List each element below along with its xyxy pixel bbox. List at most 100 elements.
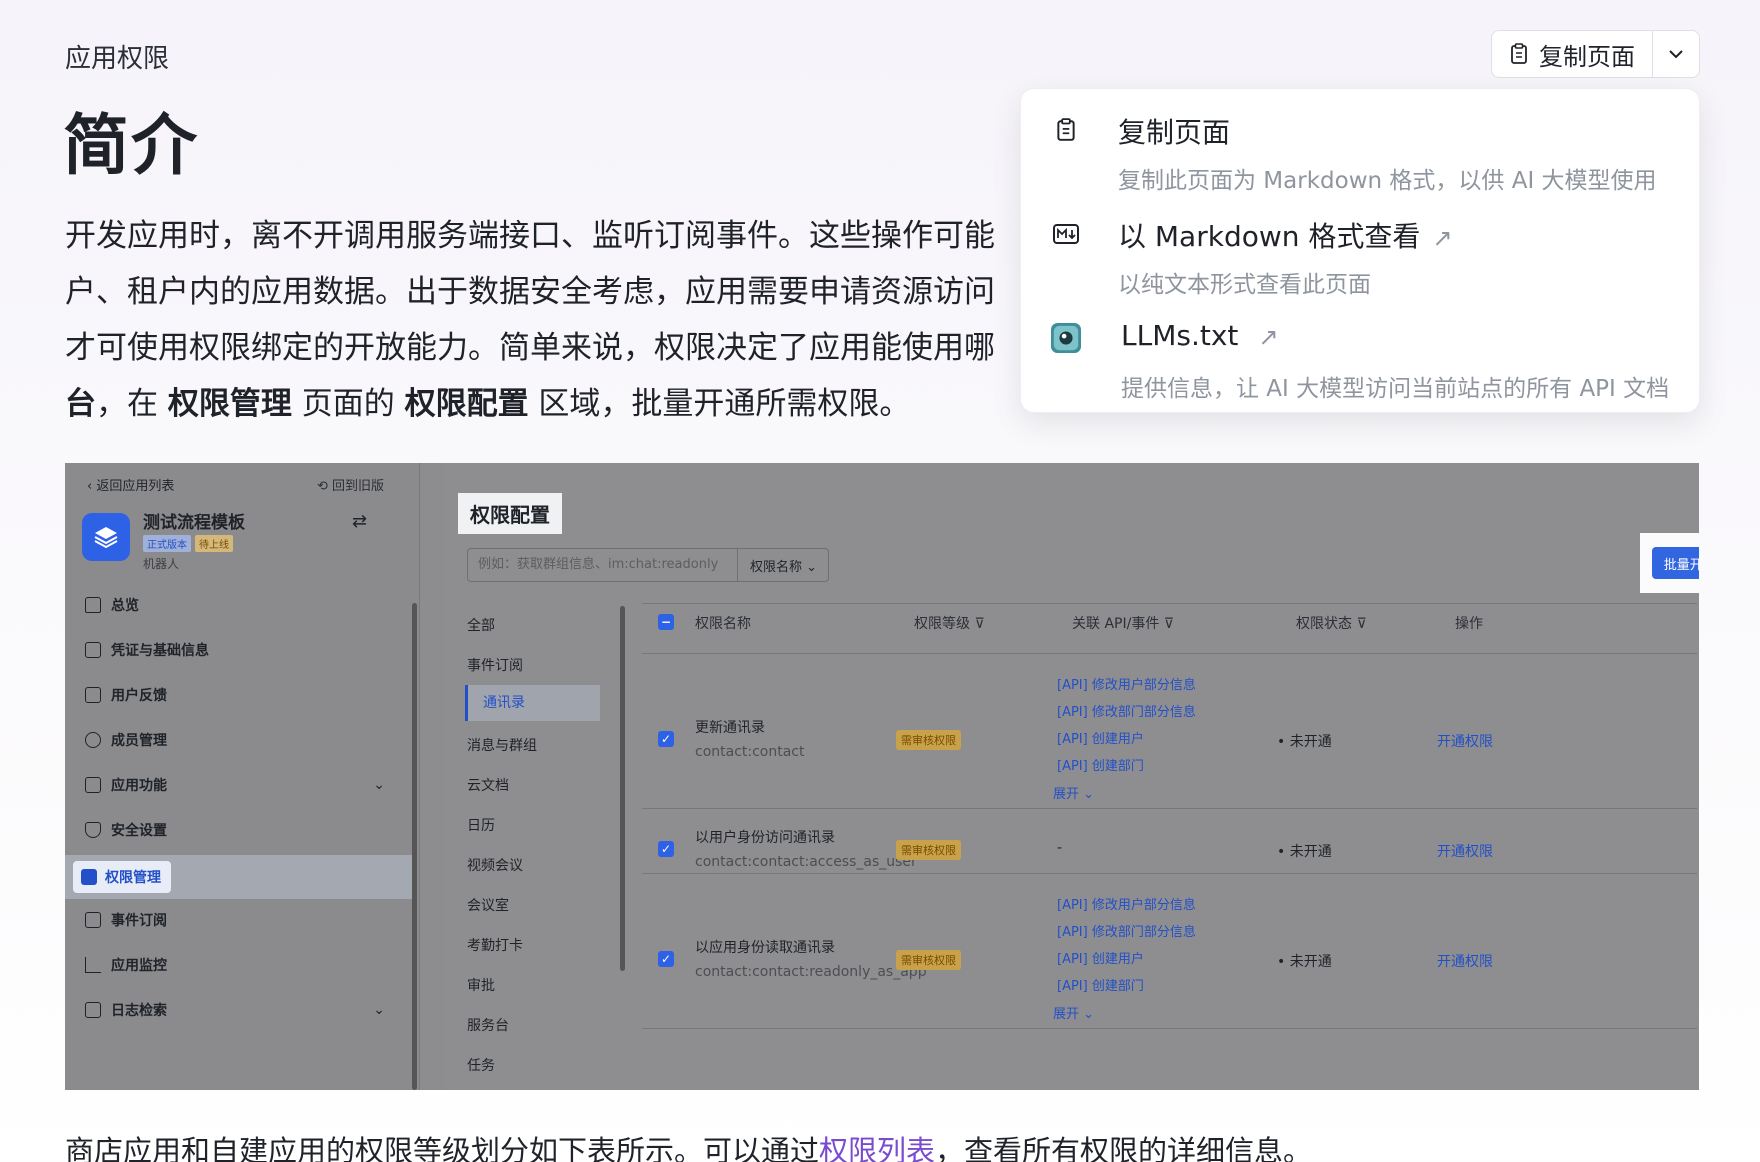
- expand-link: 展开 ⌄: [1053, 1007, 1095, 1022]
- copy-options-toggle[interactable]: [1653, 31, 1699, 77]
- tag-pending: 待上线: [195, 535, 233, 552]
- table-top-border: [642, 603, 1697, 604]
- header-divider: [642, 653, 1697, 654]
- app-tags: 正式版本 待上线: [143, 535, 237, 552]
- app-name: 测试流程模板: [143, 513, 245, 533]
- clipboard-icon: [1051, 115, 1081, 145]
- category-item: 事件订阅: [467, 658, 523, 674]
- row-checkbox: ✓: [658, 731, 674, 747]
- permission-scope: contact:contact: [695, 744, 805, 760]
- header-action: 操作: [1455, 616, 1483, 632]
- row-divider: [642, 873, 1697, 874]
- api-link: [API] 修改用户部分信息: [1057, 898, 1196, 913]
- back-link: ‹ 返回应用列表: [87, 479, 175, 494]
- api-link: [API] 创建部门: [1057, 759, 1144, 774]
- category-item: 审批: [467, 978, 495, 994]
- api-link: [API] 创建用户: [1057, 952, 1144, 967]
- menu-item-desc: 复制此页面为 Markdown 格式，以供 AI 大模型使用: [1118, 168, 1657, 194]
- llms-icon: [1051, 323, 1081, 353]
- row-checkbox: ✓: [658, 841, 674, 857]
- status-text: • 未开通: [1277, 954, 1332, 970]
- external-link-icon: ↗: [1258, 323, 1279, 351]
- breadcrumb[interactable]: 应用权限: [65, 38, 169, 75]
- header-level: 权限等级 ⊽: [914, 616, 985, 632]
- category-item-selected: 通讯录: [465, 685, 600, 721]
- permission-scope: contact:contact:readonly_as_app: [695, 964, 927, 980]
- enable-permission-link: 开通权限: [1437, 844, 1493, 860]
- row-divider: [642, 1028, 1697, 1029]
- nav-events: 事件订阅: [85, 900, 385, 940]
- api-link: [API] 修改部门部分信息: [1057, 925, 1196, 940]
- tag-release: 正式版本: [143, 535, 191, 552]
- category-item: 消息与群组: [467, 738, 537, 754]
- category-item: 日历: [467, 818, 495, 834]
- app-logo: [82, 513, 130, 561]
- nav-security: 安全设置: [85, 810, 385, 850]
- row-checkbox: ✓: [658, 951, 674, 967]
- menu-item-desc: 以纯文本形式查看此页面: [1118, 272, 1371, 298]
- api-empty: -: [1057, 840, 1063, 856]
- intro-bold-1: 台: [65, 386, 96, 422]
- nav-members: 成员管理: [85, 720, 385, 760]
- sidebar-scrollbar: [412, 603, 417, 1090]
- permission-name: 以用户身份访问通讯录: [695, 830, 835, 846]
- nav-permissions: 权限管理: [65, 855, 413, 899]
- category-item: 视频会议: [467, 858, 523, 874]
- app-type: 机器人: [143, 557, 180, 571]
- menu-item-desc: 提供信息，让 AI 大模型访问当前站点的所有 API 文档: [1121, 376, 1670, 402]
- permission-list-link[interactable]: 权限列表: [819, 1134, 935, 1162]
- category-item: 考勤打卡: [467, 938, 523, 954]
- copy-page-label: 复制页面: [1539, 42, 1635, 71]
- api-link: [API] 修改用户部分信息: [1057, 678, 1196, 693]
- category-item: 任务: [467, 1058, 495, 1074]
- expand-link: 展开 ⌄: [1053, 787, 1095, 802]
- screenshot-sidebar: ‹ 返回应用列表 ⟲ 回到旧版 测试流程模板 正式版本 待上线 机器人 ⇄ 总览 …: [65, 463, 420, 1090]
- status-text: • 未开通: [1277, 844, 1332, 860]
- status-text: • 未开通: [1277, 734, 1332, 750]
- bottom-paragraph: 商店应用和自建应用的权限等级划分如下表所示。可以通过权限列表，查看所有权限的详细…: [65, 1128, 1312, 1162]
- menu-item-title: 以 Markdown 格式查看 ↗: [1118, 220, 1453, 253]
- old-version-link: ⟲ 回到旧版: [317, 479, 385, 494]
- level-badge: 需审核权限: [896, 950, 961, 970]
- level-badge: 需审核权限: [896, 730, 961, 750]
- category-item: 服务台: [467, 1018, 509, 1034]
- intro-bold-3: 权限配置: [404, 386, 529, 422]
- permission-name: 更新通讯录: [695, 720, 765, 736]
- nav-logs: 日志检索 ⌄: [85, 990, 385, 1030]
- permission-search: 例如：获取群组信息、im:chat:readonly 权限名称 ⌄: [467, 548, 829, 582]
- menu-item-title: LLMs.txt ↗: [1121, 319, 1279, 352]
- header-api: 关联 API/事件 ⊽: [1072, 616, 1175, 632]
- page-title: 简介: [63, 107, 199, 184]
- copy-page-group: 复制页面: [1491, 30, 1700, 78]
- permission-panel: 权限配置 例如：获取群组信息、im:chat:readonly 权限名称 ⌄ 批…: [445, 463, 1699, 1090]
- copy-page-button[interactable]: 复制页面: [1492, 31, 1653, 77]
- intro-text-2: 页面的: [291, 386, 405, 422]
- nav-overview: 总览: [85, 585, 385, 625]
- select-all-checkbox: −: [658, 614, 674, 630]
- nav-credentials: 凭证与基础信息: [85, 630, 385, 670]
- intro-text-3: 区域，批量开通所需权限。: [528, 386, 911, 422]
- enable-permission-link: 开通权限: [1437, 734, 1493, 750]
- intro-text-1: ，在: [96, 386, 168, 422]
- api-link: [API] 创建用户: [1057, 732, 1144, 747]
- api-link: [API] 修改部门部分信息: [1057, 705, 1196, 720]
- chevron-down-icon: [1669, 50, 1683, 59]
- api-link: [API] 创建部门: [1057, 979, 1144, 994]
- permission-name: 以应用身份读取通讯录: [695, 940, 835, 956]
- external-link-icon: ↗: [1432, 224, 1453, 252]
- category-item: 云文档: [467, 778, 509, 794]
- enable-permission-link: 开通权限: [1437, 954, 1493, 970]
- panel-title: 权限配置: [458, 493, 562, 534]
- header-status: 权限状态 ⊽: [1296, 616, 1367, 632]
- embedded-screenshot: ‹ 返回应用列表 ⟲ 回到旧版 测试流程模板 正式版本 待上线 机器人 ⇄ 总览 …: [65, 463, 1699, 1090]
- batch-enable-highlight: 批量开通 (3): [1640, 533, 1699, 593]
- permission-scope: contact:contact:access_as_user: [695, 854, 917, 870]
- search-placeholder: 例如：获取群组信息、im:chat:readonly: [468, 549, 738, 581]
- nav-feedback: 用户反馈: [85, 675, 385, 715]
- copy-options-menu: 复制页面 复制此页面为 Markdown 格式，以供 AI 大模型使用 以 Ma…: [1020, 88, 1700, 413]
- nav-app-features: 应用功能 ⌄: [85, 765, 385, 805]
- menu-item-title: 复制页面: [1118, 116, 1231, 149]
- switch-icon: ⇄: [352, 511, 368, 532]
- intro-bold-2: 权限管理: [167, 386, 292, 422]
- category-scrollbar: [620, 606, 625, 971]
